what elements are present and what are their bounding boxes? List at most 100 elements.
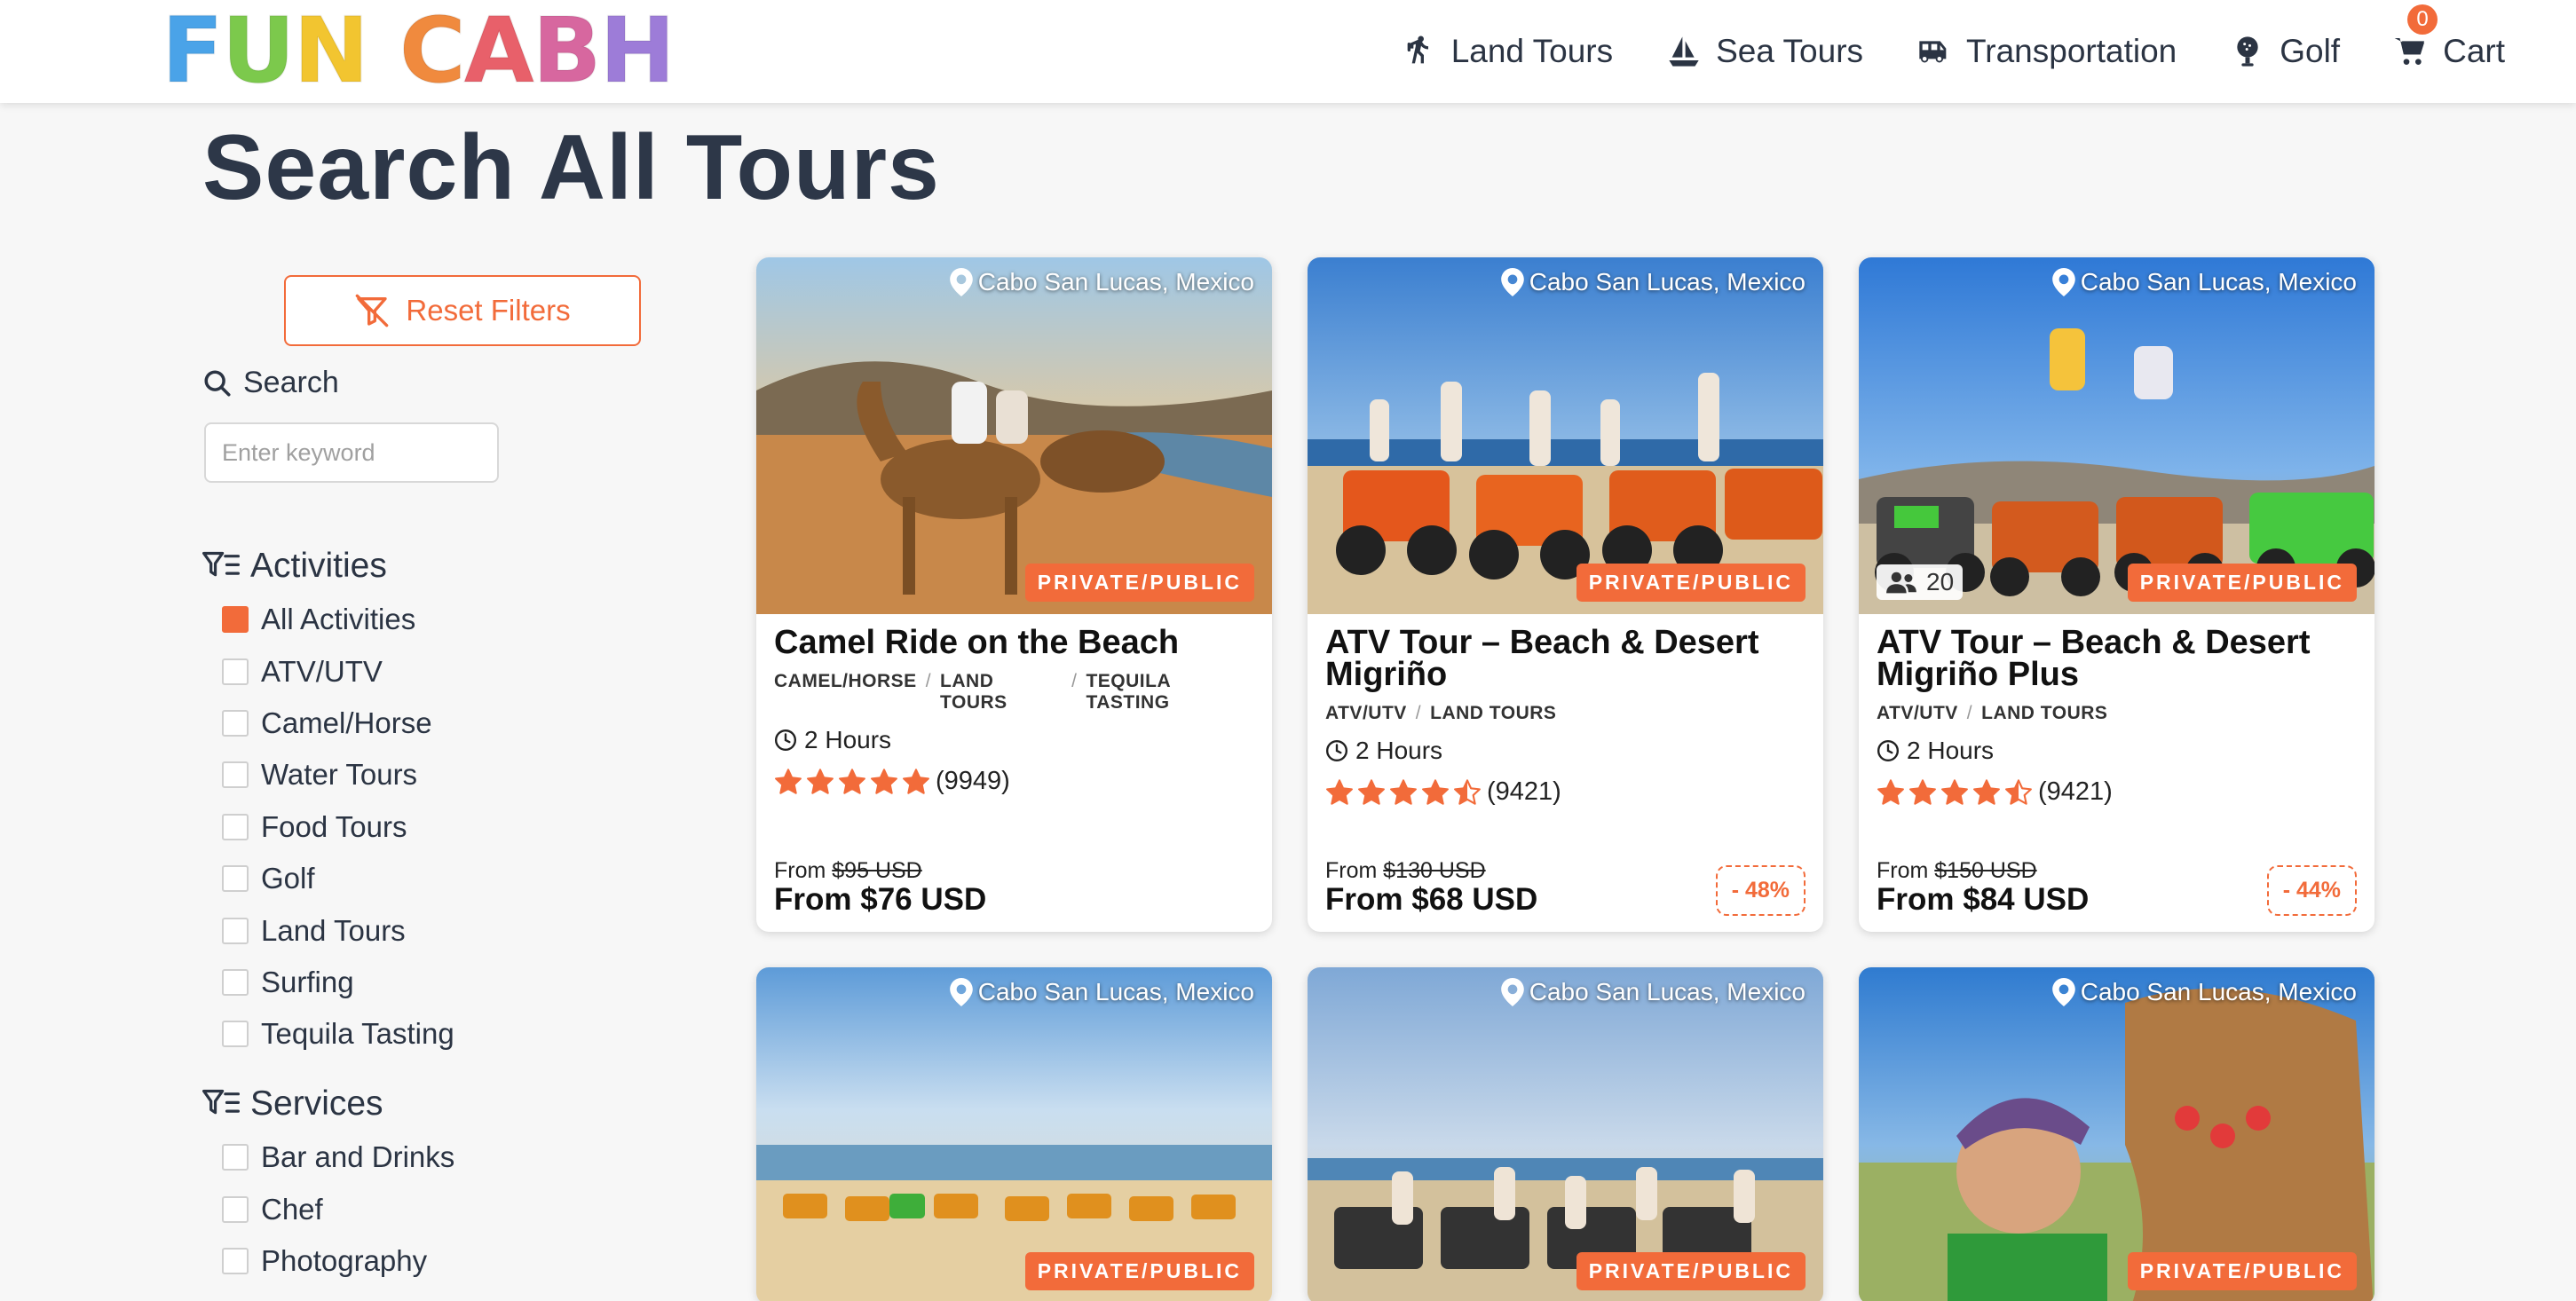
filter-option-label: Water Tours (261, 758, 418, 792)
tour-category[interactable]: ATV/UTV (1325, 703, 1407, 724)
tour-photo-art (756, 257, 1272, 614)
tour-category[interactable]: LAND TOURS (1430, 703, 1556, 724)
tour-category[interactable]: TEQUILA TASTING (1086, 671, 1254, 714)
tour-card[interactable]: Cabo San Lucas, Mexico PRIVATE/PUBLIC (1308, 967, 1823, 1301)
filter-option[interactable]: Surfing (222, 957, 454, 1008)
filter-option[interactable]: Tequila Tasting (222, 1008, 454, 1060)
discount-badge: - 44% (2266, 865, 2357, 916)
clock-icon (1877, 739, 1900, 762)
nav-land-tours[interactable]: Land Tours (1402, 33, 1613, 70)
cart-icon (2394, 38, 2425, 65)
current-price: From $68 USD (1325, 882, 1538, 917)
filter-checkbox[interactable] (222, 606, 249, 634)
tour-category[interactable]: LAND TOURS (1981, 703, 2107, 724)
filter-checkbox[interactable] (222, 1195, 249, 1223)
star-full-icon (1909, 778, 1936, 805)
filter-option[interactable]: Land Tours (222, 904, 454, 956)
nav-sea-tours[interactable]: Sea Tours (1666, 33, 1863, 70)
filter-option-label: Bar and Drinks (261, 1140, 455, 1174)
logo-letter: C (399, 0, 467, 104)
reset-filters-button[interactable]: Reset Filters (284, 275, 641, 346)
filter-option-label: Photography (261, 1243, 428, 1277)
services-heading: Services (202, 1084, 383, 1124)
tour-location: Cabo San Lucas, Mexico (1500, 978, 1806, 1006)
tour-card[interactable]: Cabo San Lucas, Mexico 20 PRIVATE/PUBLIC… (1859, 257, 2375, 932)
star-full-icon (1877, 778, 1904, 805)
tour-photo-art (756, 967, 1272, 1301)
golf-ball-icon (2237, 36, 2258, 67)
star-full-icon (903, 768, 929, 794)
tour-title[interactable]: Camel Ride on the Beach (774, 626, 1254, 659)
filter-checkbox[interactable] (222, 968, 249, 996)
tour-card[interactable]: Cabo San Lucas, Mexico PRIVATE/PUBLIC (756, 967, 1272, 1301)
group-size-text: 20 (1926, 568, 1955, 595)
filter-option[interactable]: Camel/Horse (222, 698, 454, 749)
tour-type-badge: PRIVATE/PUBLIC (2127, 564, 2357, 602)
map-pin-icon (949, 978, 973, 1006)
filter-checkbox[interactable] (222, 1144, 249, 1171)
tour-photo-atv-migrino-plus[interactable]: Cabo San Lucas, Mexico 20 PRIVATE/PUBLIC (1859, 257, 2375, 614)
hiker-icon (1407, 35, 1428, 64)
map-pin-icon (1500, 978, 1524, 1006)
fun-cabo-logo[interactable]: FUNCABH (161, 0, 676, 104)
tour-card[interactable]: Cabo San Lucas, Mexico PRIVATE/PUBLIC (1859, 967, 2375, 1301)
nav-golf[interactable]: Golf (2230, 33, 2340, 70)
search-input[interactable] (204, 422, 499, 483)
filter-checkbox[interactable] (222, 813, 249, 840)
tour-category[interactable]: CAMEL/HORSE (774, 671, 917, 714)
filter-checkbox[interactable] (222, 1247, 249, 1274)
tour-location-text: Cabo San Lucas, Mexico (2080, 268, 2357, 296)
search-label: Search (243, 366, 339, 399)
tour-photo-art (1859, 257, 2375, 614)
filter-option[interactable]: All Activities (222, 594, 454, 645)
filter-option[interactable]: Chef (222, 1183, 454, 1234)
original-price-prefix: From (1877, 858, 1929, 883)
filter-checkbox[interactable] (222, 709, 249, 737)
tour-card[interactable]: Cabo San Lucas, Mexico PRIVATE/PUBLIC Ca… (756, 257, 1272, 932)
filter-option[interactable]: ATV/UTV (222, 645, 454, 697)
tour-photo-camel-selfie[interactable]: Cabo San Lucas, Mexico PRIVATE/PUBLIC (1859, 967, 2375, 1301)
filter-list-icon (202, 1089, 240, 1115)
star-full-icon (807, 768, 834, 794)
filter-checkbox[interactable] (222, 1021, 249, 1048)
filter-option[interactable]: Bar and Drinks (222, 1131, 454, 1183)
star-full-icon (1973, 778, 2000, 805)
star-full-icon (839, 768, 865, 794)
filter-option-label: Food Tours (261, 809, 407, 843)
tour-photo-camel-ride[interactable]: Cabo San Lucas, Mexico PRIVATE/PUBLIC (756, 257, 1272, 614)
users-icon (1886, 572, 1916, 594)
filter-option[interactable]: Photography (222, 1235, 454, 1287)
star-full-icon (1326, 778, 1353, 805)
filter-checkbox[interactable] (222, 658, 249, 685)
filter-checkbox[interactable] (222, 917, 249, 944)
page-title: Search All Tours (202, 116, 940, 219)
nav-transportation[interactable]: Transportation (1916, 33, 2177, 70)
filter-checkbox[interactable] (222, 865, 249, 893)
logo-letter: B (532, 0, 603, 104)
star-rating (1877, 778, 2033, 807)
services-filter-list: Bar and Drinks Chef Photography (222, 1131, 454, 1287)
filter-checkbox[interactable] (222, 761, 249, 789)
filter-option-label: All Activities (261, 603, 416, 636)
filter-option[interactable]: Golf (222, 853, 454, 904)
tour-title[interactable]: ATV Tour – Beach & Desert Migriño Plus (1877, 626, 2357, 691)
tour-category[interactable]: LAND TOURS (940, 671, 1063, 714)
sailboat-icon (1669, 36, 1699, 67)
logo-letter: N (293, 0, 370, 104)
nav-cart[interactable]: 0 Cart (2393, 4, 2505, 70)
tour-photo-art (1308, 967, 1823, 1301)
star-full-icon (871, 768, 897, 794)
tour-card[interactable]: Cabo San Lucas, Mexico PRIVATE/PUBLIC AT… (1308, 257, 1823, 932)
tour-title[interactable]: ATV Tour – Beach & Desert Migriño (1325, 626, 1806, 691)
tour-photo-atv-migrino[interactable]: Cabo San Lucas, Mexico PRIVATE/PUBLIC (1308, 257, 1823, 614)
tour-photo-utv-group[interactable]: Cabo San Lucas, Mexico PRIVATE/PUBLIC (1308, 967, 1823, 1301)
nav-sea-tours-label: Sea Tours (1716, 33, 1864, 69)
tour-category[interactable]: ATV/UTV (1877, 703, 1958, 724)
nav-cart-label: Cart (2443, 33, 2505, 69)
filter-option[interactable]: Food Tours (222, 801, 454, 853)
map-pin-icon (2051, 978, 2075, 1006)
tour-photo-atv-beach-row[interactable]: Cabo San Lucas, Mexico PRIVATE/PUBLIC (756, 967, 1272, 1301)
original-price-prefix: From (774, 858, 826, 883)
star-full-icon (1390, 778, 1417, 805)
filter-option[interactable]: Water Tours (222, 749, 454, 800)
